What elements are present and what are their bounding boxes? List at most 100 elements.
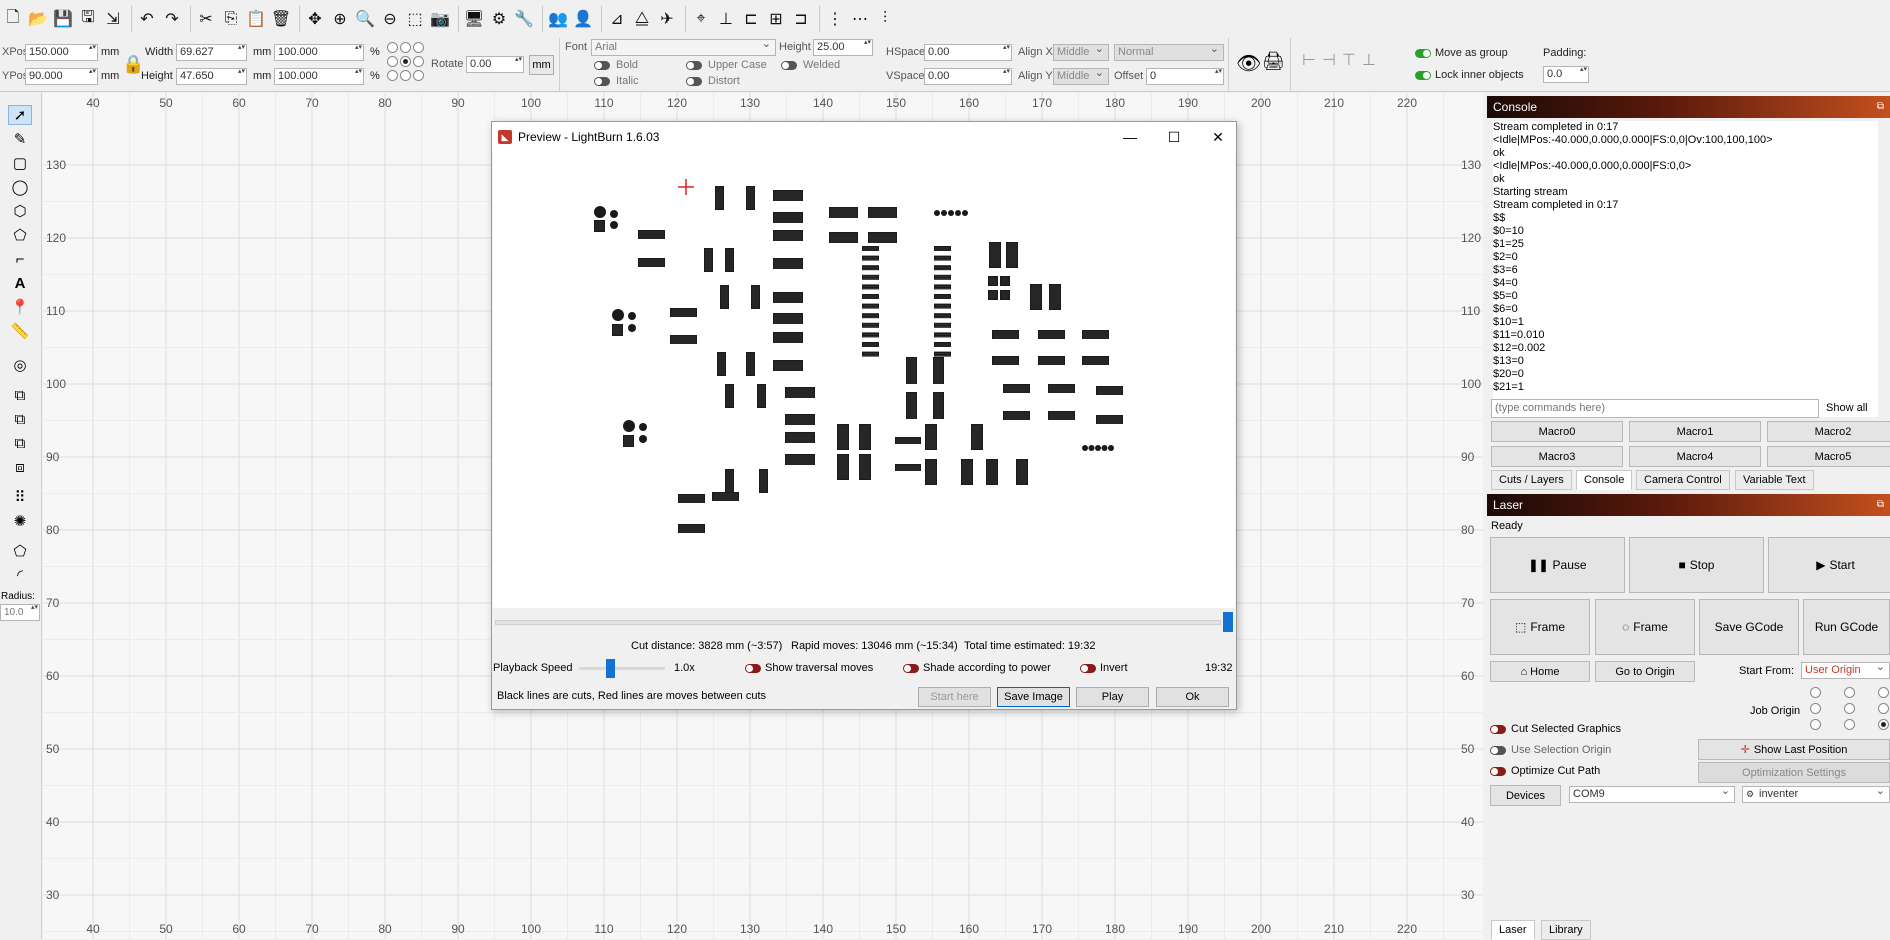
monitor-icon[interactable]: 🖥 [463,7,485,31]
rotate-input[interactable]: 0.00 [466,56,524,73]
circular-array-icon[interactable]: ✺ [8,511,32,531]
port-select[interactable]: COM9 [1569,784,1735,803]
origin-radio-ml[interactable] [387,56,398,67]
offset-tool-icon[interactable]: ◎ [8,355,32,375]
optimization-settings-button[interactable]: Optimization Settings [1698,762,1890,783]
cut-icon[interactable]: ✂ [195,7,217,31]
origin-radio-tc[interactable] [400,42,411,53]
optimize-cut-toggle[interactable] [1490,767,1506,776]
boolean-intersect-icon[interactable]: ⧉ [8,433,32,453]
distribute-h-icon[interactable]: ⋮ [824,7,846,31]
vspace-input[interactable]: 0.00 [924,68,1012,85]
ok-button[interactable]: Ok [1156,687,1229,707]
origin-radio-tl[interactable] [387,42,398,53]
line-tool-icon[interactable]: ⌐ [8,249,32,269]
playback-scrubber-handle[interactable] [1223,612,1233,632]
origin-radio-mc[interactable] [400,56,411,67]
play-button[interactable]: Play [1076,687,1149,707]
align-right-icon[interactable]: ⊐ [790,7,812,31]
center-dist-icon[interactable]: ⫶ [874,7,896,31]
job-origin-radio-mc[interactable] [1844,703,1855,714]
job-origin-radio-tc[interactable] [1844,687,1855,698]
shade-power-toggle[interactable] [903,664,919,673]
save-gcode-button[interactable]: Save GCode [1699,599,1799,655]
speed-slider-track[interactable] [579,667,665,670]
xpos-input[interactable]: 150.000 [25,44,98,61]
edit-nodes-icon[interactable]: ✎ [8,129,32,149]
tools-icon[interactable]: 🔧 [513,7,535,31]
height-input[interactable]: 47.650 [176,68,247,85]
polygon-tool-icon[interactable]: ⬡ [8,201,32,221]
save-image-button[interactable]: Save Image [997,687,1070,707]
tab-variable-text[interactable]: Variable Text [1735,470,1814,490]
copy-icon[interactable]: ⎘ [220,7,242,31]
start-here-button[interactable]: Start here [918,687,991,707]
invert-toggle[interactable] [1080,664,1096,673]
tab-cuts-layers[interactable]: Cuts / Layers [1491,470,1572,490]
show-last-position-button[interactable]: ✛ Show Last Position [1698,739,1890,760]
show-traversal-toggle[interactable] [745,664,761,673]
job-origin-radio-br[interactable] [1878,719,1889,730]
rectangle-tool-icon[interactable]: ▢ [8,153,32,173]
align-left-icon[interactable]: ⊏ [740,7,762,31]
job-origin-radio-bc[interactable] [1844,719,1855,730]
job-origin-radio-bl[interactable] [1810,719,1821,730]
text-mode-select[interactable]: Normal [1114,42,1224,61]
align-x-select[interactable]: Middle [1053,42,1109,61]
text-tool-icon[interactable]: A [8,273,32,293]
cut-selected-toggle[interactable] [1490,725,1506,734]
undock-icon[interactable]: ⧉ [1877,96,1884,118]
tab-console[interactable]: Console [1576,470,1633,490]
settings-gear-icon[interactable]: ⚙ [488,7,510,31]
go-to-origin-button[interactable]: Go to Origin [1595,661,1695,682]
import-icon[interactable]: ⇲ [102,7,124,31]
stop-button[interactable]: ■ Stop [1629,537,1764,593]
use-selection-origin-toggle[interactable] [1490,746,1506,755]
boolean-subtract-icon[interactable]: ⧉ [8,409,32,429]
font-height-input[interactable]: 25.00 [813,39,873,56]
macro1-button[interactable]: Macro1 [1629,421,1761,442]
measure-tool-icon[interactable]: 📏 [8,321,32,341]
open-file-icon[interactable]: 📂 [27,7,49,31]
upper-case-toggle[interactable] [686,61,702,70]
start-from-select[interactable]: User Origin [1801,660,1890,679]
run-gcode-button[interactable]: Run GCode [1803,599,1890,655]
maximize-icon[interactable]: ☐ [1154,122,1194,152]
ellipse-tool-icon[interactable]: ◯ [8,177,32,197]
zoom-in-icon[interactable]: ⊕ [329,7,351,31]
offset-input[interactable]: 0 [1146,68,1224,85]
macro2-button[interactable]: Macro2 [1767,421,1890,442]
console-command-input[interactable]: (type commands here) [1491,399,1819,418]
tab-laser[interactable]: Laser [1491,920,1535,940]
weld-icon[interactable]: ⧈ [8,457,32,477]
new-file-icon[interactable]: 🗋 [2,7,24,31]
macro4-button[interactable]: Macro4 [1629,446,1761,467]
unit-toggle-button[interactable]: mm [529,55,554,75]
close-icon[interactable]: ✕ [1198,122,1238,152]
macro5-button[interactable]: Macro5 [1767,446,1890,467]
flip-horizontal-icon[interactable]: ⊿ [606,7,628,31]
target-icon[interactable]: ⌖ [690,7,712,31]
device-select[interactable]: ⚙ inventer [1742,784,1890,803]
user-icon[interactable]: 👤 [572,7,594,31]
eye-preview-icon[interactable]: 👁 [1236,51,1261,76]
bold-toggle[interactable] [594,61,610,70]
distribute-v-icon[interactable]: ⋯ [849,7,871,31]
redo-icon[interactable]: ↷ [161,7,183,31]
tab-library[interactable]: Library [1541,920,1591,940]
macro0-button[interactable]: Macro0 [1491,421,1623,442]
save-as-icon[interactable]: 🖫 [77,7,99,31]
corner-radius-icon[interactable]: ◜ [8,565,32,585]
position-marker-icon[interactable]: 📍 [8,297,32,317]
select-tool-icon[interactable]: ➚ [8,105,32,125]
undo-icon[interactable]: ↶ [136,7,158,31]
undock-icon[interactable]: ⧉ [1877,494,1884,516]
zoom-fit-icon[interactable]: 🔍 [354,7,376,31]
align-y-select[interactable]: Middle [1053,66,1109,85]
distort-toggle[interactable] [686,77,702,86]
grid-array-icon[interactable]: ⠿ [8,487,32,507]
job-origin-radio-mr[interactable] [1878,703,1889,714]
frame-circle-button[interactable]: ◌ Frame [1595,599,1695,655]
pause-button[interactable]: ❚❚ Pause [1490,537,1625,593]
devices-button[interactable]: Devices [1490,785,1561,806]
